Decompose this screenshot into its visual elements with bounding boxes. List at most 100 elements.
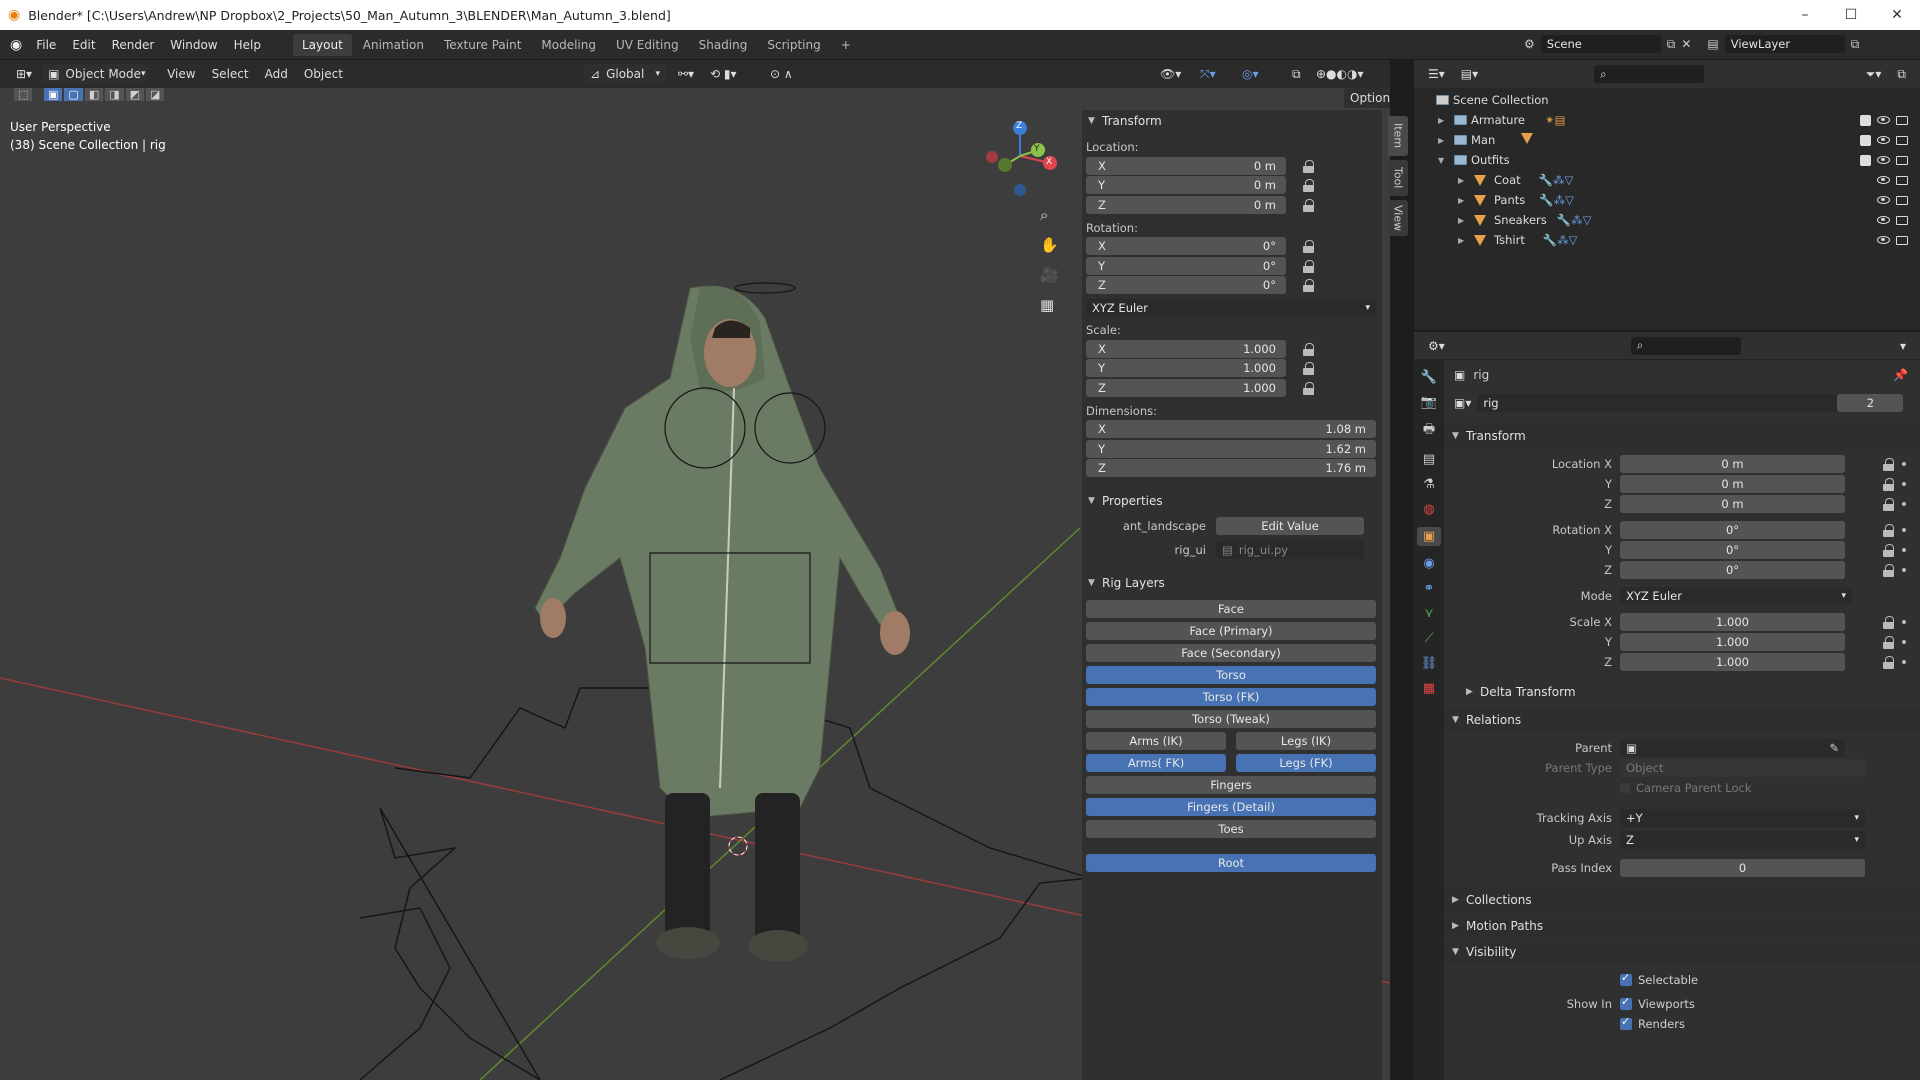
- layer-arms-ik-button[interactable]: Arms (IK): [1086, 732, 1226, 750]
- menu-object[interactable]: Object: [298, 64, 349, 84]
- new-viewlayer-icon[interactable]: ⧉: [1851, 37, 1860, 52]
- keyframe-dot[interactable]: [1902, 640, 1906, 644]
- object-tab-icon[interactable]: ▣: [1416, 527, 1442, 546]
- monitor-icon[interactable]: [1896, 115, 1908, 125]
- tab-animation[interactable]: Animation: [354, 34, 433, 56]
- rotation-mode-select[interactable]: XYZ Euler ▾: [1620, 587, 1852, 605]
- select-invert-icon[interactable]: ◩: [125, 88, 145, 101]
- menu-file[interactable]: File: [28, 38, 64, 52]
- monitor-icon[interactable]: [1896, 135, 1908, 145]
- tool-tab-icon[interactable]: 🔧: [1421, 370, 1437, 385]
- maximize-button[interactable]: ☐: [1828, 0, 1874, 30]
- pass-index-input[interactable]: 0: [1620, 859, 1865, 877]
- layer-face-primary-button[interactable]: Face (Primary): [1086, 622, 1376, 640]
- texture-tab-icon[interactable]: ▦: [1423, 681, 1435, 696]
- menu-edit[interactable]: Edit: [64, 38, 103, 52]
- scale-z-field[interactable]: Z 1.000: [1086, 378, 1286, 397]
- keyframe-dot[interactable]: [1902, 482, 1906, 486]
- tab-layout[interactable]: Layout: [292, 33, 352, 56]
- rig-ui-field[interactable]: ▤ rig_ui.py: [1216, 541, 1364, 559]
- keyframe-dot[interactable]: [1902, 620, 1906, 624]
- keyframe-dot[interactable]: [1902, 502, 1906, 506]
- delete-scene-icon[interactable]: ✕: [1681, 37, 1691, 51]
- tab-modeling[interactable]: Modeling: [532, 34, 605, 56]
- eyedropper-icon[interactable]: ✎: [1829, 741, 1839, 755]
- lock-icon[interactable]: [1882, 478, 1896, 491]
- tab-scripting[interactable]: Scripting: [758, 34, 829, 56]
- scene-tab-icon[interactable]: ⚗: [1423, 477, 1435, 492]
- outliner-row-pants[interactable]: ▶ Pants 🔧⁂▽: [1414, 190, 1920, 210]
- eye-icon[interactable]: [1877, 176, 1890, 184]
- select-intersect-icon[interactable]: ◪: [146, 88, 165, 101]
- camera-parent-lock-checkbox[interactable]: [1620, 783, 1630, 793]
- view-layer-tab-icon[interactable]: ▤: [1423, 452, 1435, 467]
- keyframe-dot[interactable]: [1902, 568, 1906, 572]
- data-tab-icon[interactable]: ⋎: [1424, 606, 1434, 621]
- lock-icon[interactable]: [1882, 458, 1896, 471]
- overlay-toggle-icon[interactable]: ◎▾: [1236, 64, 1265, 84]
- add-workspace-button[interactable]: +: [832, 34, 860, 56]
- layer-torso-button[interactable]: Torso: [1086, 666, 1376, 684]
- rotation-z-input[interactable]: 0°: [1620, 561, 1845, 579]
- rotation-x-input[interactable]: 0°: [1620, 521, 1845, 539]
- menu-render[interactable]: Render: [104, 38, 163, 52]
- visibility-section-header[interactable]: ▼ Visibility: [1444, 940, 1920, 964]
- dimensions-y-field[interactable]: Y 1.62 m: [1086, 439, 1376, 458]
- camera-view-icon[interactable]: 🎥: [1040, 266, 1059, 284]
- relations-section-header[interactable]: ▼ Relations: [1444, 708, 1920, 732]
- output-tab-icon[interactable]: 🖶: [1423, 420, 1435, 442]
- location-x-input[interactable]: 0 m: [1620, 455, 1845, 473]
- viewlayer-selector[interactable]: ViewLayer: [1724, 35, 1845, 53]
- lock-icon[interactable]: [1302, 240, 1316, 254]
- bone-constraint-tab-icon[interactable]: ⛓: [1421, 656, 1438, 671]
- delta-transform-header[interactable]: ▶ Delta Transform: [1444, 680, 1920, 704]
- outliner-row-man[interactable]: ▶ Man: [1414, 130, 1920, 150]
- dimensions-z-field[interactable]: Z 1.76 m: [1086, 459, 1376, 478]
- outliner-scene-collection[interactable]: Scene Collection: [1414, 90, 1920, 110]
- scale-y-field[interactable]: Y 1.000: [1086, 359, 1286, 378]
- editor-type-icon[interactable]: ⊞▾: [10, 64, 38, 84]
- properties-panel-header[interactable]: ▼ Properties: [1082, 490, 1382, 512]
- menu-select[interactable]: Select: [206, 64, 255, 84]
- sidebar-tab-view[interactable]: View: [1388, 200, 1408, 236]
- select-new-icon[interactable]: ▢: [64, 88, 83, 101]
- menu-help[interactable]: Help: [226, 38, 269, 52]
- world-tab-icon[interactable]: ◍: [1423, 502, 1434, 517]
- scale-z-input[interactable]: 1.000: [1620, 653, 1845, 671]
- object-type-icon[interactable]: ▣▾: [1454, 396, 1471, 410]
- eye-icon[interactable]: [1877, 236, 1890, 244]
- properties-options-icon[interactable]: ▾: [1894, 336, 1912, 356]
- edit-value-button[interactable]: Edit Value: [1216, 517, 1364, 535]
- lock-icon[interactable]: [1302, 342, 1316, 356]
- tracking-axis-select[interactable]: +Y ▾: [1620, 809, 1865, 827]
- select-subtract-icon[interactable]: ◨: [105, 88, 124, 101]
- constraints-tab-icon[interactable]: ⚭: [1424, 581, 1435, 596]
- lock-icon[interactable]: [1302, 179, 1316, 193]
- blender-menu-icon[interactable]: ◉: [10, 37, 22, 53]
- exclude-checkbox[interactable]: [1860, 134, 1871, 146]
- new-collection-icon[interactable]: ⧉: [1891, 64, 1912, 84]
- viewports-checkbox[interactable]: [1620, 995, 1632, 1010]
- transform-panel-header[interactable]: ▼ Transform: [1082, 110, 1382, 132]
- lock-icon[interactable]: [1882, 656, 1896, 669]
- outliner-row-tshirt[interactable]: ▶ Tshirt 🔧⁂▽: [1414, 230, 1920, 250]
- rotation-z-field[interactable]: Z 0°: [1086, 276, 1286, 295]
- layer-legs-ik-button[interactable]: Legs (IK): [1236, 732, 1376, 750]
- eye-icon[interactable]: [1877, 156, 1890, 164]
- minimize-button[interactable]: –: [1782, 0, 1828, 30]
- lock-icon[interactable]: [1302, 159, 1316, 173]
- layer-toes-button[interactable]: Toes: [1086, 820, 1376, 838]
- location-y-field[interactable]: Y0 m: [1086, 176, 1286, 195]
- select-extend-icon[interactable]: ◧: [84, 88, 104, 101]
- lock-icon[interactable]: [1882, 498, 1896, 511]
- outliner-row-outfits[interactable]: ▼ Outfits: [1414, 150, 1920, 170]
- eye-icon[interactable]: [1877, 116, 1890, 124]
- motion-paths-section-header[interactable]: ▶ Motion Paths: [1444, 914, 1920, 938]
- filter-icon[interactable]: ⏷▾: [1860, 64, 1888, 84]
- display-mode-icon[interactable]: ▤▾: [1455, 64, 1484, 84]
- monitor-icon[interactable]: [1896, 215, 1908, 225]
- layer-torso-fk-button[interactable]: Torso (FK): [1086, 688, 1376, 706]
- lock-icon[interactable]: [1302, 279, 1316, 293]
- monitor-icon[interactable]: [1896, 235, 1908, 245]
- collections-section-header[interactable]: ▶ Collections: [1444, 888, 1920, 912]
